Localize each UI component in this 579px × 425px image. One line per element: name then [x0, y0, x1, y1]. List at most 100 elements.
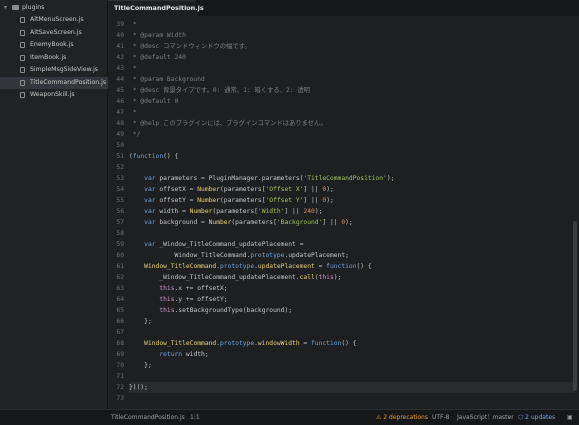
code-line[interactable]: })(); — [129, 382, 575, 393]
code-token: * @desc 背景タイプです。0: 通常、1: 暗くする、2: 透明 — [129, 87, 310, 94]
line-number: 68 — [116, 340, 124, 347]
file-icon — [20, 92, 25, 98]
status-file-path[interactable]: TitleCommandPosition.js — [111, 410, 185, 425]
code-line[interactable]: * — [129, 107, 575, 118]
status-grammar[interactable]: JavaScript — [457, 410, 487, 425]
code-token: offsetY = — [155, 197, 198, 204]
code-line[interactable]: this.x += offsetX; — [129, 283, 575, 294]
code-line[interactable]: var parameters = PluginManager.parameter… — [129, 173, 575, 184]
file-label: EnemyBook.js — [30, 41, 74, 48]
code-token: (parameters[ — [220, 186, 266, 193]
close-icon[interactable]: × — [185, 1, 190, 16]
code-token: var — [144, 175, 156, 182]
code-line[interactable]: Window_TitleCommand.prototype.windowWidt… — [129, 338, 575, 349]
file-item[interactable]: SimpleMsgSideView.js — [0, 64, 108, 76]
code-token: * @default 240 — [129, 54, 186, 61]
status-notifications-icon[interactable]: ▣ — [567, 410, 573, 425]
code-token: ); — [333, 274, 342, 281]
file-item[interactable]: AltMenuScreen.js — [0, 14, 108, 26]
code-token: var — [144, 219, 156, 226]
file-item[interactable]: WeaponSkill.js — [0, 89, 108, 101]
code-token: ] || — [322, 219, 342, 226]
code-line[interactable]: */ — [129, 129, 575, 140]
line-number: 49 — [116, 131, 124, 138]
folder-plugins[interactable]: ▾ plugins — [0, 2, 108, 14]
code-token: _Window_TitleCommand_updatePlacement. — [129, 274, 300, 281]
status-cursor-position[interactable]: 1:1 — [190, 410, 200, 425]
code-line[interactable]: this.setBackgroundType(background); — [129, 305, 575, 316]
status-deprecations[interactable]: ⚠ 2 deprecations — [376, 410, 428, 425]
code-token: () { — [356, 263, 372, 270]
code-line[interactable]: * @desc コマンドウィンドウの幅です。 — [129, 41, 575, 52]
code-token: 'Offset Y' — [265, 197, 304, 204]
code-line[interactable]: var background = Number(parameters['Back… — [129, 217, 575, 228]
code-line[interactable]: var width = Number(parameters['Width'] |… — [129, 206, 575, 217]
file-label: WeaponSkill.js — [30, 91, 75, 98]
code-token: (parameters[ — [212, 208, 258, 215]
status-branch[interactable]: ᚴ master — [487, 410, 514, 425]
tree-view[interactable]: ▾ plugins AltMenuScreen.js AltSaveScreen.… — [0, 0, 108, 409]
file-item[interactable]: ItemBook.js — [0, 52, 108, 64]
code-line[interactable]: var offsetY = Number(parameters['Offset … — [129, 195, 575, 206]
line-number: 70 — [116, 362, 124, 369]
status-deprecations-label: 2 deprecations — [383, 414, 428, 421]
code-line[interactable]: Window_TitleCommand.prototype.updatePlac… — [129, 250, 575, 261]
status-updates[interactable]: ⬡ 2 updates — [518, 410, 555, 425]
code-token: ] || — [303, 197, 323, 204]
code-line[interactable]: * @desc 背景タイプです。0: 通常、1: 暗くする、2: 透明 — [129, 85, 575, 96]
code-line[interactable]: Window_TitleCommand.prototype.updatePlac… — [129, 261, 575, 272]
line-number: 43 — [116, 65, 124, 72]
code-line[interactable]: * @param Background — [129, 74, 575, 85]
tab-bar: TitleCommandPosition.js × — [108, 0, 579, 16]
code-line[interactable]: }; — [129, 360, 575, 371]
line-number: 48 — [116, 120, 124, 127]
code-line[interactable]: var _Window_TitleCommand_updatePlacement… — [129, 239, 575, 250]
file-item[interactable]: AltSaveScreen.js — [0, 27, 108, 39]
file-item[interactable]: EnemyBook.js — [0, 39, 108, 51]
code-line[interactable]: * — [129, 19, 575, 30]
code-line[interactable]: return width; — [129, 349, 575, 360]
code-token: Window_TitleCommand — [144, 340, 217, 347]
folder-label: plugins — [22, 4, 45, 11]
code-line[interactable]: (function() { — [129, 151, 575, 162]
line-number: 73 — [116, 395, 124, 402]
line-number: 71 — [116, 373, 124, 380]
code-token: prototype — [220, 263, 255, 270]
file-label: SimpleMsgSideView.js — [30, 66, 99, 73]
code-line[interactable]: * @default 240 — [129, 52, 575, 63]
code-token: offsetX = — [155, 186, 198, 193]
code-line[interactable]: * @help このプラグインには、プラグインコマンドはありません。 — [129, 118, 575, 129]
code-token: this — [318, 274, 334, 281]
code-line[interactable]: }; — [129, 316, 575, 327]
code-line[interactable]: * @param Width — [129, 30, 575, 41]
code-line[interactable]: * @default 0 — [129, 96, 575, 107]
vertical-scrollbar[interactable] — [573, 221, 577, 391]
chevron-down-icon[interactable]: ▾ — [4, 2, 7, 14]
code-token: ] || — [284, 208, 304, 215]
code-line[interactable]: var offsetX = Number(parameters['Offset … — [129, 184, 575, 195]
line-number: 50 — [116, 142, 124, 149]
tab-title-command-position[interactable]: TitleCommandPosition.js × — [108, 0, 204, 16]
line-number: 65 — [116, 307, 124, 314]
code-token: parameters = PluginManager.parameters( — [155, 175, 304, 182]
code-token: 'Background' — [276, 219, 323, 226]
code-token: _Window_TitleCommand_updatePlacement = — [155, 241, 304, 248]
line-number: 66 — [116, 318, 124, 325]
status-encoding[interactable]: UTF-8 — [432, 410, 450, 425]
code-token: var — [144, 197, 156, 204]
code-token: * — [129, 21, 137, 28]
tab-label: TitleCommandPosition.js — [114, 4, 204, 12]
code-token: ); — [345, 219, 353, 226]
code-line[interactable]: * — [129, 63, 575, 74]
code-token: () { — [163, 153, 179, 160]
code-line[interactable]: this.y += offsetY; — [129, 294, 575, 305]
code-line[interactable]: _Window_TitleCommand_updatePlacement.cal… — [129, 272, 575, 283]
code-editor[interactable]: 39 40 41 42 43 44 45 46 47 48 49 50 51 52 53 54 55 56 57 58… — [108, 16, 579, 409]
file-item[interactable]: TitleCommandPosition.js — [0, 76, 108, 89]
code-token: (parameters[ — [220, 197, 266, 204]
